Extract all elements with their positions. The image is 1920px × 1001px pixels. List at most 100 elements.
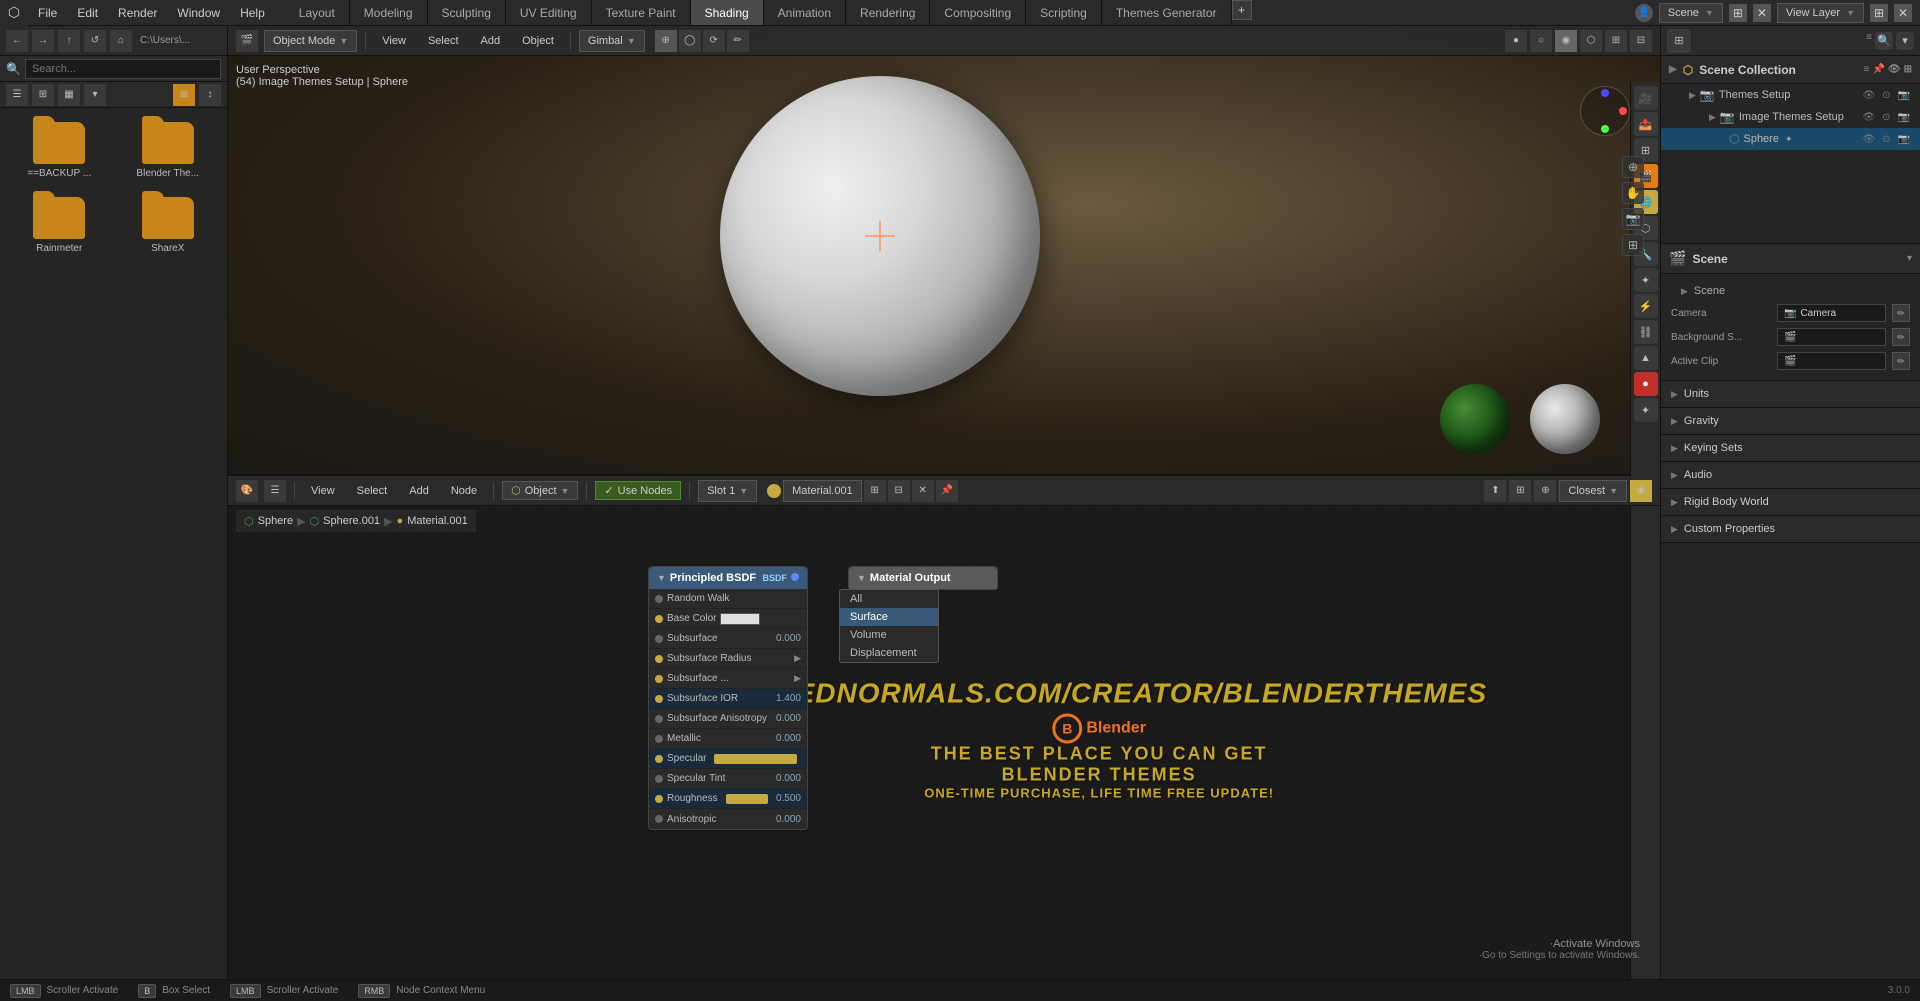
viewport-type-btn[interactable]: 🎬 [236,30,258,52]
search-input[interactable] [25,59,221,79]
ne-snap-up-btn[interactable]: ⬆ [1484,480,1506,502]
view-options-button[interactable]: ▾ [84,84,106,106]
keyingsets-section-header[interactable]: ▶ Keying Sets [1661,435,1920,461]
rp-view-btn[interactable]: ⊞ [1667,29,1691,53]
background-edit-btn[interactable]: ✏ [1892,328,1910,346]
tab-rendering[interactable]: Rendering [846,0,930,25]
view-menu[interactable]: View [374,30,414,52]
tab-compositing[interactable]: Compositing [930,0,1026,25]
menu-edit[interactable]: Edit [67,0,108,25]
slot-dropdown[interactable]: Slot 1 ▼ [698,480,757,502]
ne-snap-btn[interactable]: ⊕ [1534,480,1556,502]
props-output-btn[interactable]: 📤 [1634,112,1658,136]
bsdf-row-roughness[interactable]: Roughness 0.500 [649,789,807,809]
blender-logo-icon[interactable]: ⬡ [0,0,28,26]
bsdf-row-anisotropic[interactable]: Anisotropic 0.000 [649,809,807,829]
tree-select-2[interactable]: ⊙ [1880,112,1892,123]
refresh-button[interactable]: ↺ [84,30,106,52]
gravity-section-header[interactable]: ▶ Gravity [1661,408,1920,434]
select-menu[interactable]: Select [420,30,467,52]
collection-pin-btn[interactable]: 📌 [1872,64,1884,75]
scene-expand-btn[interactable]: ▾ [1907,253,1912,264]
tab-shading[interactable]: Shading [691,0,764,25]
scene-selector[interactable]: Scene ▼ [1659,3,1723,23]
tab-texture-paint[interactable]: Texture Paint [592,0,691,25]
material-dropdown[interactable]: Material.001 [783,480,862,502]
bsdf-row-basecolor[interactable]: Base Color [649,609,807,629]
tree-select-1[interactable]: ⊙ [1880,90,1892,101]
dropdown-surface[interactable]: Surface [840,608,938,626]
ne-grid-btn[interactable]: ⊞ [1509,480,1531,502]
ne-view-menu[interactable]: View [303,480,343,502]
collection-exclude-btn[interactable]: ⊞ [1904,64,1912,75]
bsdf-row-subior[interactable]: Subsurface IOR 1.400 [649,689,807,709]
file-item-backup[interactable]: ==BACKUP ... [10,118,109,183]
props-material-btn[interactable]: ● [1634,372,1658,396]
scene-controls[interactable]: ⊞ [1729,4,1747,22]
node-editor-type-btn[interactable]: 🎨 [236,480,258,502]
tab-themes-generator[interactable]: Themes Generator [1102,0,1232,25]
home-button[interactable]: ⌂ [110,30,132,52]
view-layer-add-btn[interactable]: ✕ [1894,4,1912,22]
path-input[interactable]: C:\Users\... [140,35,221,46]
shading-rendered-btn[interactable]: ◉ [1555,30,1577,52]
icon-view-button[interactable]: ▦ [58,84,80,106]
props-physics-btn[interactable]: ⚡ [1634,294,1658,318]
tree-render-3[interactable]: 📷 [1896,134,1912,145]
tree-visibility-3[interactable]: 👁 [1860,134,1877,145]
props-render-btn[interactable]: 🎥 [1634,86,1658,110]
rigidbody-section-header[interactable]: ▶ Rigid Body World [1661,489,1920,515]
transform-btn[interactable]: ⟳ [703,30,725,52]
ne-color-btn[interactable]: ◉ [1630,480,1652,502]
file-item-sharex[interactable]: ShareX [119,193,218,258]
collection-visibility-btn[interactable]: 👁 [1888,64,1901,75]
props-particles-btn[interactable]: ✦ [1634,268,1658,292]
bsdf-row-speculartint[interactable]: Specular Tint 0.000 [649,769,807,789]
view-layer-controls[interactable]: ⊞ [1870,4,1888,22]
proportional-btn[interactable]: ◯ [679,30,701,52]
scene-subsection-header[interactable]: ▶ Scene [1671,280,1910,302]
pan-btn[interactable]: ✋ [1622,182,1644,204]
scene-add-btn[interactable]: ✕ [1753,4,1771,22]
units-section-header[interactable]: ▶ Units [1661,381,1920,407]
grid-btn[interactable]: ⊞ [1622,234,1644,256]
bsdf-node-collapse[interactable]: ▼ [657,573,666,583]
props-data-btn[interactable]: ▲ [1634,346,1658,370]
file-item-blender[interactable]: Blender The... [119,118,218,183]
props-shaderfx-btn[interactable]: ✦ [1634,398,1658,422]
node-editor[interactable]: 🎨 ☰ View Select Add Node ⬡ Object ▼ ✓ Us… [228,474,1660,1001]
file-item-rainmeter[interactable]: Rainmeter [10,193,109,258]
menu-help[interactable]: Help [230,0,275,25]
snap-btn[interactable]: ⊕ [655,30,677,52]
object-mode-dropdown[interactable]: Object Mode ▼ [264,30,357,52]
background-value[interactable]: 🎬 [1777,328,1886,346]
sort-button[interactable]: ↕ [199,84,221,106]
camera-edit-btn[interactable]: ✏ [1892,304,1910,322]
zoom-to-fit-btn[interactable]: ⊕ [1622,156,1644,178]
bsdf-row-subaniso[interactable]: Subsurface Anisotropy 0.000 [649,709,807,729]
gimbal-dropdown[interactable]: Gimbal ▼ [579,30,645,52]
camera-value[interactable]: 📷 Camera [1777,304,1886,322]
ne-node-menu[interactable]: Node [443,480,485,502]
grid-view-button[interactable]: ⊞ [32,84,54,106]
list-view-button[interactable]: ☰ [6,84,28,106]
tree-item-themes-setup[interactable]: ▶ 📷 Themes Setup 👁 ⊙ 📷 [1661,84,1920,106]
camera-btn[interactable]: 📷 [1622,208,1644,230]
forward-button[interactable]: → [32,30,54,52]
dropdown-volume[interactable]: Volume [840,626,938,644]
viewport-3d[interactable]: 🎬 Object Mode ▼ View Select Add Object G… [228,26,1660,474]
menu-window[interactable]: Window [167,0,230,25]
material-link-btn[interactable]: ⊟ [888,480,910,502]
bsdf-row-specular[interactable]: Specular [649,749,807,769]
collection-filter-btn[interactable]: ≡ [1864,64,1870,75]
customprops-section-header[interactable]: ▶ Custom Properties [1661,516,1920,542]
audio-section-header[interactable]: ▶ Audio [1661,462,1920,488]
ne-select-menu[interactable]: Select [349,480,396,502]
bsdf-row-subcolor[interactable]: Subsurface ... ▶ [649,669,807,689]
shading-material-btn[interactable]: ○ [1530,30,1552,52]
add-menu[interactable]: Add [473,30,509,52]
bsdf-row-subsurface[interactable]: Subsurface 0.000 [649,629,807,649]
tree-render-2[interactable]: 📷 [1896,112,1912,123]
dropdown-all[interactable]: All [840,590,938,608]
ne-add-menu[interactable]: Add [401,480,437,502]
